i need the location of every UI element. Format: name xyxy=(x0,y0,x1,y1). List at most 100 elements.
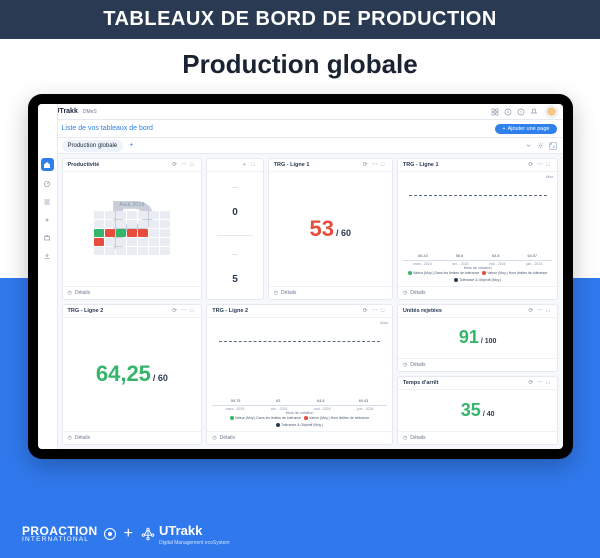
brand-name: UTrakk xyxy=(55,108,78,115)
card-title: TRG - Ligne 1 xyxy=(274,162,310,168)
kpi-denom: / 100 xyxy=(481,338,497,345)
close-icon[interactable]: □ xyxy=(546,380,552,386)
card-title: Unités rejetées xyxy=(403,308,442,314)
utrakk-logo-sub: Digital Management ecoSystem xyxy=(159,540,230,546)
refresh-icon[interactable]: ⟳ xyxy=(528,380,534,386)
gear-icon[interactable] xyxy=(537,142,545,150)
app-screen: UTrakk DMeS ? Liste de vos tableaux de b… xyxy=(38,104,563,449)
plus-icon: + xyxy=(502,126,505,132)
card-trg-l1-number: TRG - Ligne 1 ⟳⋯□ 53 / 60 ◷Détails xyxy=(268,158,393,300)
more-icon[interactable]: ⋯ xyxy=(372,308,378,314)
sidebar-item-org[interactable] xyxy=(42,233,52,243)
more-icon[interactable]: ⋯ xyxy=(372,162,378,168)
dashboards-header: Liste de vos tableaux de bord + Ajouter … xyxy=(38,120,563,138)
card-temps-arret: Temps d'arrêt ⟳⋯□ 35 / 40 ◷Détails xyxy=(397,376,559,445)
close-icon[interactable]: □ xyxy=(381,162,387,168)
refresh-icon[interactable]: ⟳ xyxy=(528,162,534,168)
kpi-value: 64,25 xyxy=(96,361,151,387)
add-page-button[interactable]: + Ajouter une page xyxy=(495,124,556,134)
details-link[interactable]: Détails xyxy=(410,290,425,296)
grid-icon[interactable] xyxy=(491,107,500,116)
expand-icon[interactable] xyxy=(549,142,557,150)
card-trg-l2-number: TRG - Ligne 2 ⟳⋯□ 64,25 / 60 ◷Détails xyxy=(62,304,203,446)
calendar-grid[interactable] xyxy=(94,211,170,255)
sidebar-item-dashboard[interactable] xyxy=(42,179,52,189)
brand-subname: DMeS xyxy=(83,109,97,115)
stat-label: — xyxy=(233,252,238,257)
proaction-ring-icon xyxy=(104,528,116,540)
refresh-icon[interactable]: ⟳ xyxy=(363,162,369,168)
sidebar-item-list[interactable] xyxy=(42,197,52,207)
chart-legend: Valeur (Moy.) Dans les limites de toléra… xyxy=(212,415,387,428)
refresh-icon[interactable]: ⟳ xyxy=(363,308,369,314)
card-title: Productivité xyxy=(68,162,100,168)
marketing-banner: TABLEAUX DE BORD DE PRODUCTION xyxy=(0,0,600,39)
kpi-denom: / 40 xyxy=(483,411,495,418)
stat-value-2: 5 xyxy=(232,274,238,285)
refresh-icon[interactable]: ⟳ xyxy=(172,162,178,168)
more-icon[interactable]: ⋯ xyxy=(181,162,187,168)
utrakk-logo-icon xyxy=(141,527,155,541)
sidebar-item-home[interactable] xyxy=(41,158,54,171)
card-title: Temps d'arrêt xyxy=(403,380,439,386)
tab-bar: Production globale + xyxy=(38,138,563,154)
clock-icon[interactable] xyxy=(504,107,513,116)
add-tab-button[interactable]: + xyxy=(129,142,133,149)
card-unites-rejetees: Unités rejetées ⟳⋯□ 91 / 100 ◷Détails xyxy=(397,304,559,373)
details-link[interactable]: Détails xyxy=(75,435,90,441)
bar-chart: 59.75 63 64.8 69.43 mars - 2024 avr. - 2… xyxy=(212,321,387,429)
chevron-down-icon[interactable] xyxy=(525,142,533,150)
close-icon[interactable]: □ xyxy=(190,308,196,314)
kpi-value: 53 xyxy=(310,216,334,242)
sidebar xyxy=(38,104,58,449)
card-statbox: + □ — 0 — 5 xyxy=(206,158,263,300)
kpi-value: 91 xyxy=(459,327,479,348)
target-line xyxy=(219,341,380,342)
details-link[interactable]: Détails xyxy=(281,290,296,296)
avatar[interactable] xyxy=(546,106,557,117)
stat-label: — xyxy=(233,185,238,190)
refresh-icon[interactable]: ⟳ xyxy=(172,308,178,314)
details-link[interactable]: Détails xyxy=(410,435,425,441)
clock-small-icon: ◷ xyxy=(68,290,72,296)
card-title: TRG - Ligne 2 xyxy=(212,308,248,314)
help-icon[interactable]: ? xyxy=(517,107,526,116)
more-icon[interactable]: ⋯ xyxy=(537,162,543,168)
marketing-subtitle: Production globale xyxy=(0,39,600,94)
bell-icon[interactable] xyxy=(530,107,539,116)
card-trg-l1-chart: TRG - Ligne 1 ⟳⋯□ Max. 66.43 56.6 64.8 xyxy=(397,158,559,300)
calendar-month: Août 2019 xyxy=(119,202,144,208)
details-link[interactable]: Détails xyxy=(220,435,235,441)
kpi-value: 35 xyxy=(461,400,481,421)
close-icon[interactable]: □ xyxy=(190,162,196,168)
more-icon[interactable]: ⋯ xyxy=(537,380,543,386)
more-icon[interactable]: ⋯ xyxy=(537,308,543,314)
close-icon[interactable]: □ xyxy=(252,162,258,168)
chart-legend: Valeur (Moy.) Dans les limites de toléra… xyxy=(403,270,553,283)
monitor-frame: UTrakk DMeS ? Liste de vos tableaux de b… xyxy=(28,94,573,459)
proaction-logo-text: PROACTION xyxy=(22,525,98,537)
bar-chart: 66.43 56.6 64.8 64.57 mars - 2024 avr. -… xyxy=(403,175,553,283)
close-icon[interactable]: □ xyxy=(546,308,552,314)
app-topbar: UTrakk DMeS ? xyxy=(38,104,563,120)
add-page-label: Ajouter une page xyxy=(508,126,550,132)
sidebar-item-download[interactable] xyxy=(42,251,52,261)
details-link[interactable]: Détails xyxy=(410,362,425,368)
proaction-logo-sub: INTERNATIONAL xyxy=(22,537,98,544)
close-icon[interactable]: □ xyxy=(381,308,387,314)
details-link[interactable]: Détails xyxy=(75,290,90,296)
plus-separator: + xyxy=(124,525,133,543)
plus-icon[interactable]: + xyxy=(243,162,249,168)
tab-production-globale[interactable]: Production globale xyxy=(62,140,124,152)
close-icon[interactable]: □ xyxy=(546,162,552,168)
card-grid: Productivité ⟳ ⋯ □ P Août 2019 xyxy=(58,154,563,449)
kpi-denom: / 60 xyxy=(153,373,168,383)
stat-value-1: 0 xyxy=(232,207,238,218)
card-productivite: Productivité ⟳ ⋯ □ P Août 2019 xyxy=(62,158,203,300)
card-trg-l2-chart: TRG - Ligne 2 ⟳⋯□ Max. 59.75 63 64.8 xyxy=(206,304,393,446)
more-icon[interactable]: ⋯ xyxy=(181,308,187,314)
sidebar-item-gear[interactable] xyxy=(42,215,52,225)
svg-text:?: ? xyxy=(520,109,523,114)
refresh-icon[interactable]: ⟳ xyxy=(528,308,534,314)
page-title: Liste de vos tableaux de bord xyxy=(62,125,153,132)
